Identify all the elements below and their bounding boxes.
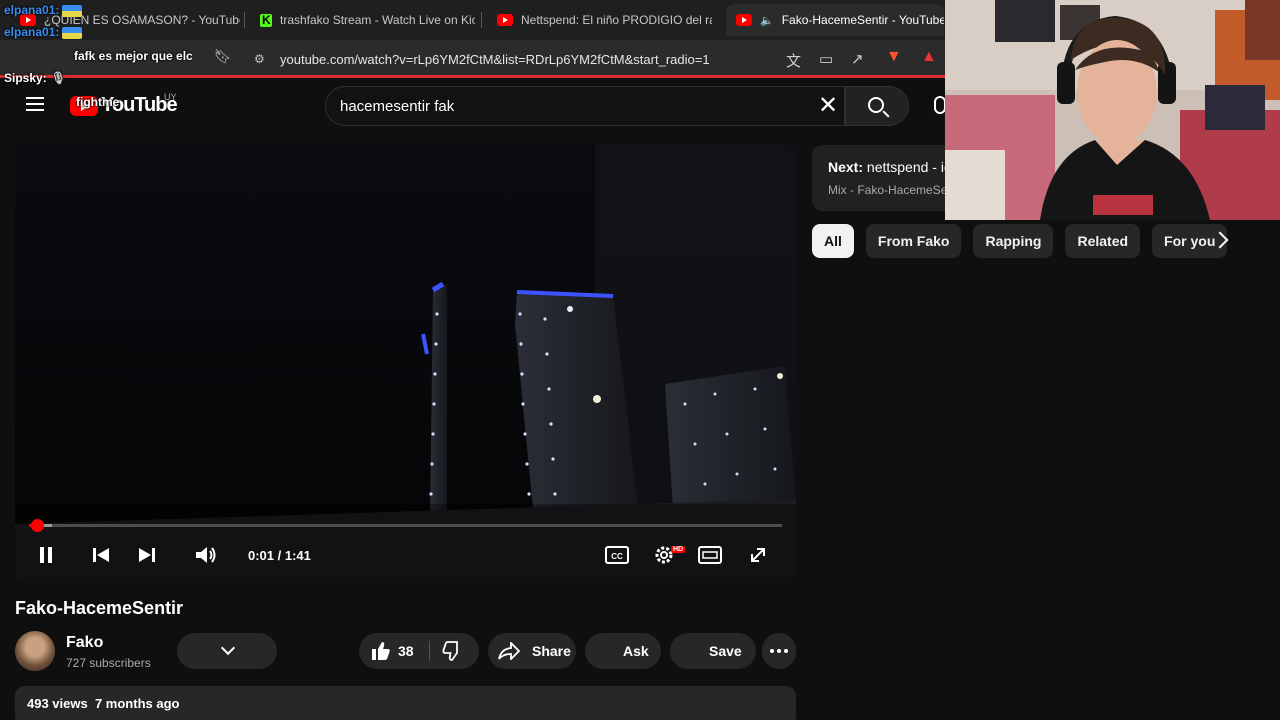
- svg-text:CC: CC: [611, 552, 623, 561]
- thumbs-up-icon: [372, 642, 390, 660]
- chat-username: Sipsky:: [4, 71, 47, 85]
- pause-button[interactable]: [35, 542, 57, 568]
- fullscreen-button[interactable]: [745, 542, 771, 568]
- webcam-overlay: [945, 0, 1280, 220]
- tab-kick-stream[interactable]: trashfako Stream - Watch Live on Kick: [250, 6, 475, 34]
- chat-message: Sipsky: 🎙︎: [4, 67, 66, 90]
- brave-shields-icon[interactable]: ▼: [886, 48, 902, 66]
- like-divider: [429, 641, 430, 661]
- menu-icon[interactable]: [26, 97, 44, 111]
- time-display: 0:01 / 1:41: [248, 548, 311, 563]
- chat-message: elpana01:: [4, 21, 83, 44]
- more-actions-button[interactable]: [762, 633, 796, 669]
- url-text: youtube.com/watch?v=rLp6YM2fCtM&list=RDr…: [280, 51, 710, 67]
- share-label: Share: [532, 643, 571, 659]
- microphone-emote-icon: 🎙︎: [50, 71, 66, 85]
- share-page-icon[interactable]: ↗: [851, 50, 864, 68]
- view-count: 493 views: [27, 696, 88, 711]
- tab-active-video[interactable]: 🔈 Fako-HacemeSentir - YouTube ✕: [726, 4, 944, 36]
- subscriber-count: 727 subscribers: [66, 656, 151, 670]
- youtube-icon: [497, 14, 513, 26]
- tab-nettspend[interactable]: Nettspend: El niño PRODIGIO del rap: [487, 6, 712, 34]
- youtube-icon: [736, 14, 752, 26]
- video-player[interactable]: 0:01 / 1:41 CC HD: [15, 144, 796, 583]
- search-input[interactable]: [340, 87, 800, 125]
- related-filter-chips: All From Fako Rapping Related For you: [812, 224, 1228, 258]
- address-bar[interactable]: ⚙ youtube.com/watch?v=rLp6YM2fCtM&list=R…: [244, 45, 944, 73]
- theater-icon: [698, 546, 722, 564]
- up-next-label: Next:: [828, 159, 864, 175]
- chat-text: fafk es mejor que elc: [74, 49, 193, 63]
- next-icon: [139, 548, 155, 562]
- theater-mode-button[interactable]: [697, 542, 723, 568]
- progress-track[interactable]: [29, 524, 782, 527]
- chevron-down-icon: [220, 640, 236, 656]
- chat-text: fightme: [76, 95, 120, 109]
- chat-message: fafk es mejor que elc: [74, 45, 193, 68]
- pause-icon: [40, 547, 52, 563]
- chip-related[interactable]: Related: [1065, 224, 1141, 258]
- speaker-icon: 🔈: [760, 14, 774, 27]
- fullscreen-icon: [751, 548, 765, 562]
- tab-title: trashfako Stream - Watch Live on Kick: [280, 13, 475, 27]
- chat-username: elpana01:: [4, 25, 60, 39]
- hd-badge: HD: [671, 546, 686, 553]
- channel-name[interactable]: Fako: [66, 634, 103, 652]
- kick-icon: [260, 13, 272, 27]
- channel-avatar[interactable]: [15, 631, 55, 671]
- more-horizontal-icon: [770, 649, 788, 653]
- chat-emote-icon: [62, 26, 83, 39]
- chat-emote-icon: [62, 4, 83, 17]
- up-next-title: Next: nettspend - id: [828, 159, 952, 175]
- translate-icon[interactable]: 文: [786, 50, 801, 71]
- tab-divider: [244, 12, 245, 28]
- upload-age: 7 months ago: [94, 696, 180, 711]
- volume-button[interactable]: [193, 542, 219, 568]
- cast-icon[interactable]: ▭: [819, 50, 833, 68]
- volume-icon: [196, 547, 216, 563]
- like-count: 38: [398, 643, 414, 659]
- dislike-button[interactable]: [442, 641, 462, 664]
- share-icon: [498, 642, 520, 660]
- previous-icon: [93, 548, 109, 562]
- tab-title: Nettspend: El niño PRODIGIO del rap: [521, 13, 712, 27]
- ask-label: Ask: [623, 643, 649, 659]
- chip-rapping[interactable]: Rapping: [973, 224, 1054, 258]
- like-dislike-group: 38: [359, 633, 479, 669]
- chat-message: elpana01:: [4, 0, 83, 22]
- chip-from-channel[interactable]: From Fako: [865, 224, 962, 258]
- chip-all[interactable]: All: [812, 224, 854, 258]
- scrubber-handle[interactable]: [30, 519, 44, 532]
- video-frame: [15, 144, 796, 583]
- clear-search-icon[interactable]: ✕: [818, 94, 838, 118]
- up-next-playlist: Mix - Fako-HacemeSentir: [828, 183, 965, 197]
- save-label: Save: [709, 643, 742, 659]
- site-settings-icon[interactable]: ⚙: [254, 52, 270, 66]
- video-title: Fako-HacemeSentir: [15, 598, 184, 618]
- search-icon: [868, 97, 884, 113]
- like-button[interactable]: [371, 641, 391, 664]
- captions-button[interactable]: CC: [604, 542, 630, 568]
- share-button[interactable]: Share: [488, 633, 576, 669]
- save-button[interactable]: Save: [670, 633, 756, 669]
- ask-button[interactable]: Ask: [585, 633, 661, 669]
- tab-divider: [481, 12, 482, 28]
- chat-message: fightme: [76, 91, 119, 114]
- search-box: [325, 86, 845, 126]
- search-button[interactable]: [845, 86, 909, 126]
- captions-icon: CC: [605, 546, 629, 564]
- subscribed-dropdown-button[interactable]: [177, 633, 277, 669]
- brave-rewards-icon[interactable]: ▲: [921, 48, 937, 66]
- view-count-and-date: 493 views 7 months ago: [27, 696, 179, 711]
- chat-username: elpana01:: [4, 3, 60, 17]
- bookmark-icon[interactable]: 🔖︎: [214, 48, 232, 65]
- next-button[interactable]: [135, 542, 159, 568]
- description-box[interactable]: 493 views 7 months ago: [15, 686, 796, 720]
- up-next-video: nettspend - id: [866, 159, 952, 175]
- thumbs-down-icon: [442, 641, 458, 661]
- country-code: UY: [164, 92, 177, 102]
- previous-button[interactable]: [89, 542, 113, 568]
- tab-title: Fako-HacemeSentir - YouTube: [781, 13, 944, 27]
